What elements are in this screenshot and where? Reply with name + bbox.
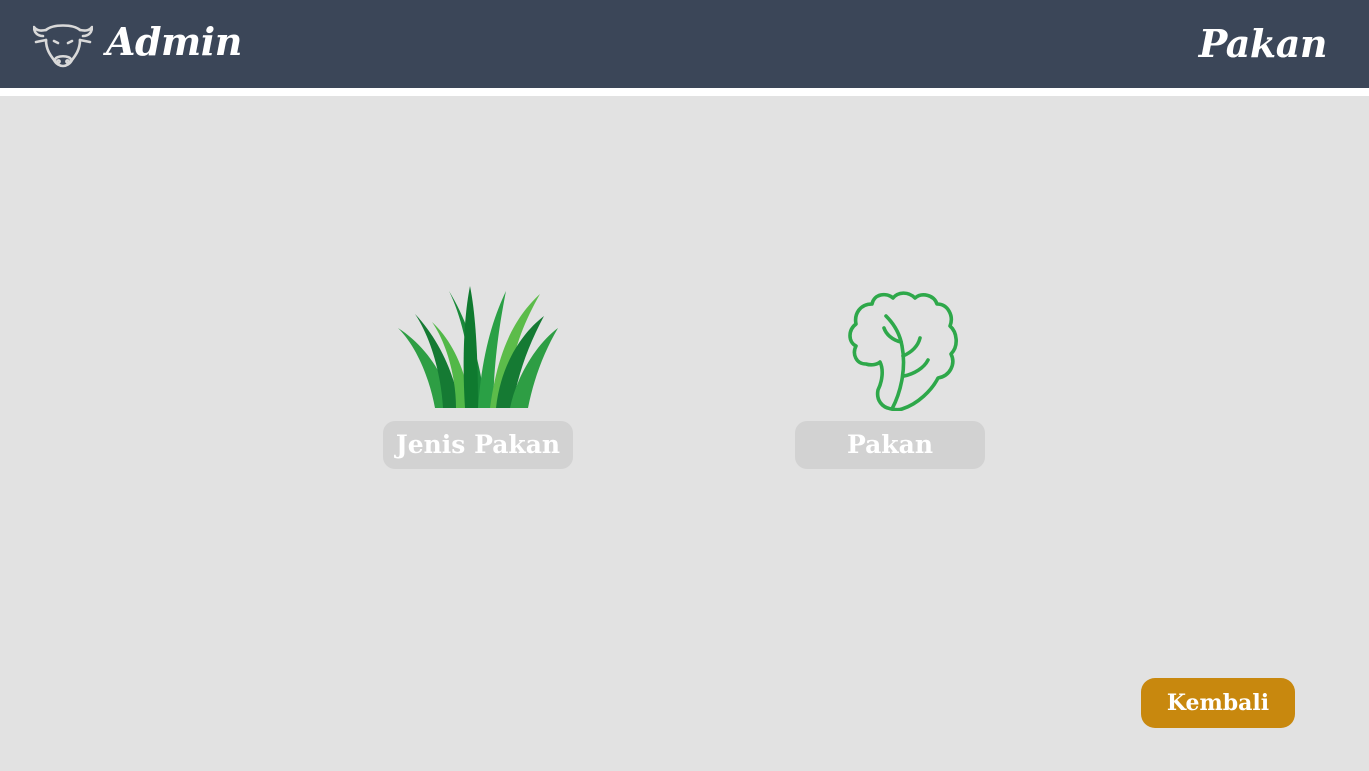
cow-head-icon <box>32 20 94 70</box>
menu-label-pakan: Pakan <box>795 421 985 469</box>
back-button[interactable]: Kembali <box>1141 678 1295 728</box>
page-title: Pakan <box>1198 21 1328 66</box>
top-header: Admin Pakan <box>0 0 1369 88</box>
lettuce-icon <box>810 286 970 411</box>
menu-label-jenis-pakan: Jenis Pakan <box>383 421 573 469</box>
app-title: Admin <box>106 19 242 64</box>
grass-icon <box>398 286 558 411</box>
app-frame: Admin Pakan Jenis Pakan Pakan Kembali <box>0 0 1369 771</box>
menu-card-jenis-pakan[interactable]: Jenis Pakan <box>383 286 573 469</box>
menu-card-pakan[interactable]: Pakan <box>795 286 985 469</box>
main-content: Jenis Pakan Pakan <box>0 96 1369 771</box>
